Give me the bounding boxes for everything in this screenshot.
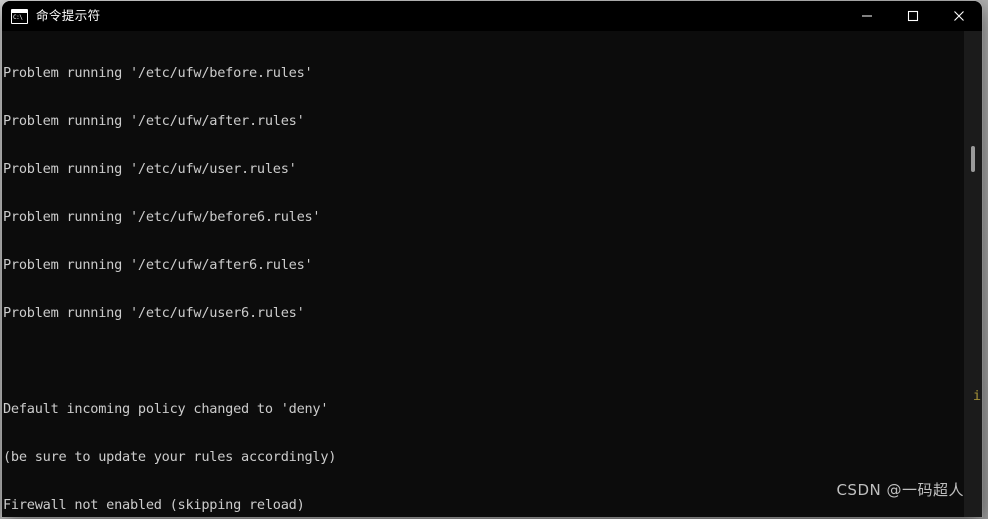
screen-root: C:\ 命令提示符 Problem running '/etc/ufw/befo…: [0, 0, 988, 519]
titlebar-left-group: C:\ 命令提示符: [2, 1, 101, 31]
maximize-icon: [907, 10, 919, 22]
terminal-line: Problem running '/etc/ufw/before.rules': [3, 65, 313, 81]
terminal-output[interactable]: Problem running '/etc/ufw/before.rules' …: [2, 31, 964, 517]
window-titlebar[interactable]: C:\ 命令提示符: [2, 1, 982, 31]
terminal-line: Problem running '/etc/ufw/user.rules': [3, 161, 297, 177]
edge-clipped-glyph: i: [972, 388, 981, 404]
close-button[interactable]: [936, 1, 982, 31]
close-icon: [953, 10, 965, 22]
terminal-line: Problem running '/etc/ufw/after6.rules': [3, 257, 313, 273]
minimize-icon: [861, 10, 873, 22]
window-controls: [844, 1, 982, 31]
window-title: 命令提示符: [36, 8, 101, 23]
terminal-line: (be sure to update your rules accordingl…: [3, 449, 337, 465]
scrollbar-thumb[interactable]: [971, 146, 975, 172]
terminal-line: Problem running '/etc/ufw/after.rules': [3, 113, 305, 129]
command-prompt-window: C:\ 命令提示符 Problem running '/etc/ufw/befo…: [2, 1, 982, 517]
terminal-line: Firewall not enabled (skipping reload): [3, 497, 305, 513]
terminal-area[interactable]: Problem running '/etc/ufw/before.rules' …: [2, 31, 982, 517]
minimize-button[interactable]: [844, 1, 890, 31]
terminal-line: Default incoming policy changed to 'deny…: [3, 401, 329, 417]
command-prompt-icon-text: C:\: [12, 12, 27, 23]
maximize-button[interactable]: [890, 1, 936, 31]
command-prompt-icon: C:\: [11, 8, 28, 24]
terminal-scrollbar[interactable]: [964, 31, 982, 517]
terminal-line: Problem running '/etc/ufw/user6.rules': [3, 305, 305, 321]
terminal-line: Problem running '/etc/ufw/before6.rules': [3, 209, 321, 225]
